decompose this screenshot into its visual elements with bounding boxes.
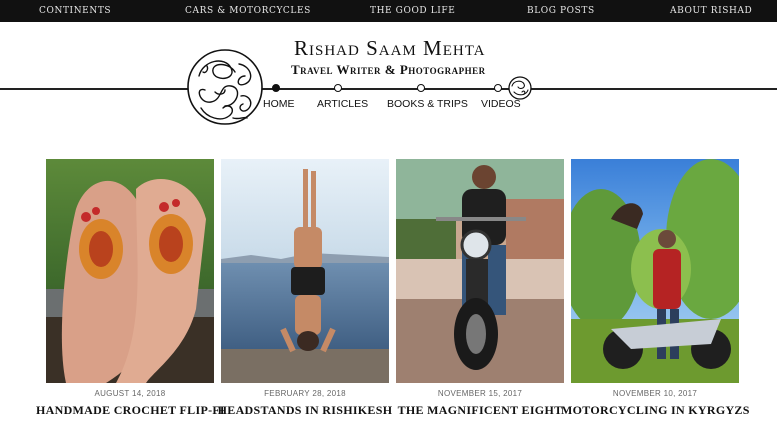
nav-videos[interactable]: VIDEOS	[481, 98, 521, 110]
top-navigation-bar: CONTINENTS CARS & MOTORCYCLES THE GOOD L…	[0, 0, 777, 22]
nav-marker-home	[272, 84, 280, 92]
site-tagline: Travel Writer & Photographer	[291, 62, 486, 77]
site-logo[interactable]	[185, 46, 265, 128]
nav-marker-books-trips	[417, 84, 425, 92]
post-date: NOVEMBER 10, 2017	[612, 389, 698, 398]
topnav-blog-posts[interactable]: BLOG POSTS	[527, 6, 595, 16]
post-title[interactable]: HEADSTANDS IN RISHIKESH	[211, 403, 399, 418]
nav-marker-videos	[494, 84, 502, 92]
post-thumbnail-flip-flops[interactable]	[46, 159, 214, 383]
header-divider-line	[0, 88, 777, 90]
topnav-the-good-life[interactable]: THE GOOD LIFE	[370, 6, 455, 16]
topnav-continents[interactable]: CONTINENTS	[39, 6, 111, 16]
site-title[interactable]: Rishad Saam Mehta	[294, 36, 486, 61]
post-title[interactable]: THE MAGNIFICENT EIGHT	[386, 403, 574, 418]
nav-articles[interactable]: ARTICLES	[317, 98, 368, 110]
nav-books-trips[interactable]: BOOKS & TRIPS	[387, 98, 468, 110]
post-date: AUGUST 14, 2018	[94, 389, 166, 398]
topnav-about-rishad[interactable]: ABOUT RISHAD	[670, 6, 752, 16]
topnav-cars-motorcycles[interactable]: CARS & MOTORCYCLES	[185, 6, 311, 16]
post-thumbnail-kyrgyzstan[interactable]	[571, 159, 739, 383]
post-thumbnail-motorcycle[interactable]	[396, 159, 564, 383]
post-date: NOVEMBER 15, 2017	[437, 389, 523, 398]
post-title[interactable]: HANDMADE CROCHET FLIP-FLOPS	[36, 403, 224, 418]
post-date: FEBRUARY 28, 2018	[264, 389, 346, 398]
nav-home[interactable]: HOME	[263, 98, 295, 110]
nav-marker-articles	[334, 84, 342, 92]
post-thumbnail-headstand[interactable]	[221, 159, 389, 383]
post-title[interactable]: MOTORCYCLING IN KYRGYZSTAN	[561, 403, 749, 418]
